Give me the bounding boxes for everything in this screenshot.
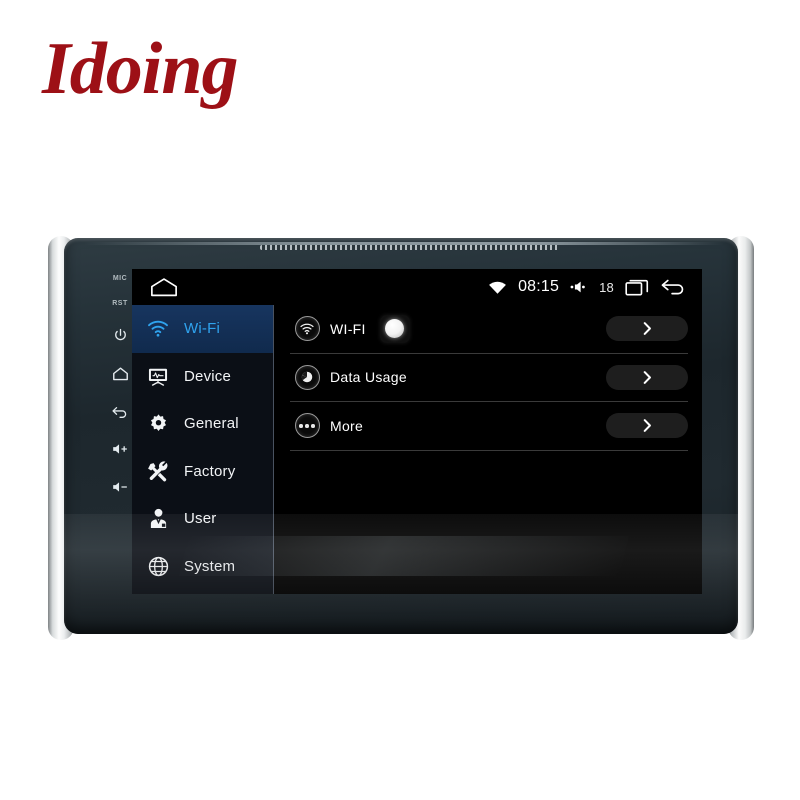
sidebar-item-user[interactable]: User (132, 495, 273, 543)
wifi-icon (132, 320, 184, 337)
sidebar-item-label: Wi-Fi (184, 320, 220, 338)
recent-apps-icon[interactable] (625, 278, 649, 296)
device-icon (132, 367, 184, 386)
home-icon (151, 278, 177, 297)
chevron-right-icon (643, 322, 651, 336)
data-usage-badge-icon (290, 364, 324, 390)
reset-label: RST (112, 300, 128, 307)
chevron-right-icon (643, 370, 651, 384)
data-usage-detail-button[interactable] (606, 364, 688, 390)
list-item-more[interactable]: More (290, 402, 688, 451)
list-item-wifi[interactable]: WI-FI (290, 305, 688, 354)
chevron-right-icon (643, 419, 651, 433)
status-bar: 08:15 18 (132, 269, 702, 305)
sidebar-item-device[interactable]: Device (132, 353, 273, 401)
more-detail-button[interactable] (606, 413, 688, 439)
sidebar-item-wifi[interactable]: Wi-Fi (132, 305, 273, 353)
sidebar-item-label: Factory (184, 462, 236, 480)
mic-label: MIC (112, 275, 128, 282)
wifi-signal-icon (489, 281, 507, 294)
wifi-badge-icon (290, 316, 324, 342)
sidebar-item-label: System (184, 557, 236, 575)
status-home-button[interactable] (150, 277, 178, 297)
volume-down-icon (112, 482, 127, 492)
power-icon (114, 328, 126, 340)
three-dots-icon (299, 424, 315, 428)
settings-panel: Wi-Fi Device General Factory User System… (132, 305, 702, 594)
home-icon (112, 366, 128, 380)
more-badge-icon (290, 413, 324, 439)
car-head-unit: MIC RST 08:15 18 Wi-Fi Device General Fa… (48, 236, 754, 640)
volume-icon[interactable] (570, 280, 588, 294)
settings-sidebar: Wi-Fi Device General Factory User System (132, 305, 274, 594)
user-icon (132, 508, 184, 529)
sidebar-item-label: General (184, 415, 239, 433)
unit-body: MIC RST 08:15 18 Wi-Fi Device General Fa… (64, 238, 738, 634)
speaker-grille (260, 245, 560, 250)
settings-list: WI-FI Data Usage More (274, 305, 702, 594)
sidebar-item-factory[interactable]: Factory (132, 448, 273, 496)
list-item-data-usage[interactable]: Data Usage (290, 354, 688, 402)
tools-icon (132, 461, 184, 482)
wifi-detail-button[interactable] (606, 316, 688, 342)
sidebar-item-label: Device (184, 367, 232, 385)
globe-icon (132, 556, 184, 577)
wifi-toggle[interactable] (379, 314, 410, 343)
sidebar-item-system[interactable]: System (132, 543, 273, 591)
toggle-knob (385, 319, 405, 339)
list-item-label: Data Usage (330, 369, 407, 386)
list-item-label: WI-FI (330, 320, 366, 337)
status-time: 08:15 (518, 278, 560, 295)
sidebar-item-general[interactable]: General (132, 400, 273, 448)
gear-icon (132, 413, 184, 434)
back-arrow-icon[interactable] (660, 278, 686, 297)
status-right-cluster: 08:15 18 (488, 278, 702, 297)
status-volume-level: 18 (599, 279, 614, 295)
touchscreen-display[interactable]: 08:15 18 Wi-Fi Device General Factory Us… (132, 269, 702, 594)
brand-logo: Idoing (42, 28, 239, 110)
volume-up-icon (112, 444, 127, 454)
back-arrow-icon (112, 406, 127, 418)
sidebar-item-label: User (184, 510, 217, 528)
list-item-label: More (330, 417, 364, 434)
